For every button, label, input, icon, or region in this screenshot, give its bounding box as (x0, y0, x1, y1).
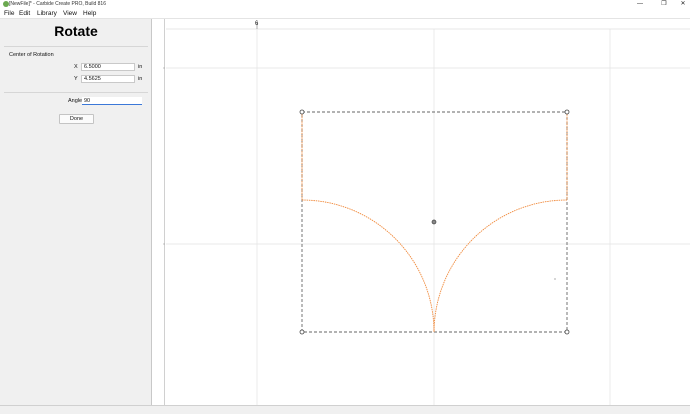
minimize-button[interactable]: — (633, 0, 647, 9)
angle-input[interactable] (82, 97, 142, 105)
handle-top-right[interactable] (564, 109, 570, 115)
panel-divider (4, 46, 148, 47)
close-button[interactable]: ✕ (676, 0, 690, 9)
y-label: Y (74, 76, 78, 82)
center-of-rotation-label: Center of Rotation (9, 52, 54, 58)
canvas-grid (166, 29, 690, 405)
maximize-button[interactable]: ❐ (657, 0, 671, 9)
y-unit-label: in (138, 76, 143, 82)
menu-file[interactable]: File (4, 9, 14, 19)
panel-title: Rotate (54, 23, 98, 39)
center-x-input[interactable] (81, 63, 135, 71)
rotation-center-marker[interactable] (431, 219, 437, 225)
menu-edit[interactable]: Edit (19, 9, 30, 19)
menu-help[interactable]: Help (83, 9, 96, 19)
panel-divider-2 (4, 92, 148, 93)
center-y-input[interactable] (81, 75, 135, 83)
rotate-panel: Rotate Center of Rotation X in Y in Angl… (0, 19, 152, 405)
x-unit-label: in (138, 64, 143, 70)
horizontal-ruler (166, 19, 690, 29)
vertical-ruler (153, 19, 165, 405)
menu-view[interactable]: View (63, 9, 77, 19)
done-button[interactable]: Done (59, 114, 94, 124)
menu-bar: File Edit Library View Help (0, 9, 690, 19)
window-title: [NewFile]* - Carbide Create PRO, Build 8… (9, 1, 106, 7)
vertical-ruler-ticks (163, 67, 165, 245)
status-bar (0, 405, 690, 414)
canvas-drawing[interactable]: 6 (166, 19, 690, 405)
handle-top-left[interactable] (299, 109, 305, 115)
menu-library[interactable]: Library (37, 9, 57, 19)
handle-bottom-left[interactable] (299, 329, 305, 335)
title-bar: [NewFile]* - Carbide Create PRO, Build 8… (0, 0, 690, 9)
angle-label: Angle (68, 98, 83, 104)
x-label: X (74, 64, 78, 70)
design-canvas[interactable]: 6 (166, 19, 690, 405)
handle-bottom-right[interactable] (564, 329, 570, 335)
